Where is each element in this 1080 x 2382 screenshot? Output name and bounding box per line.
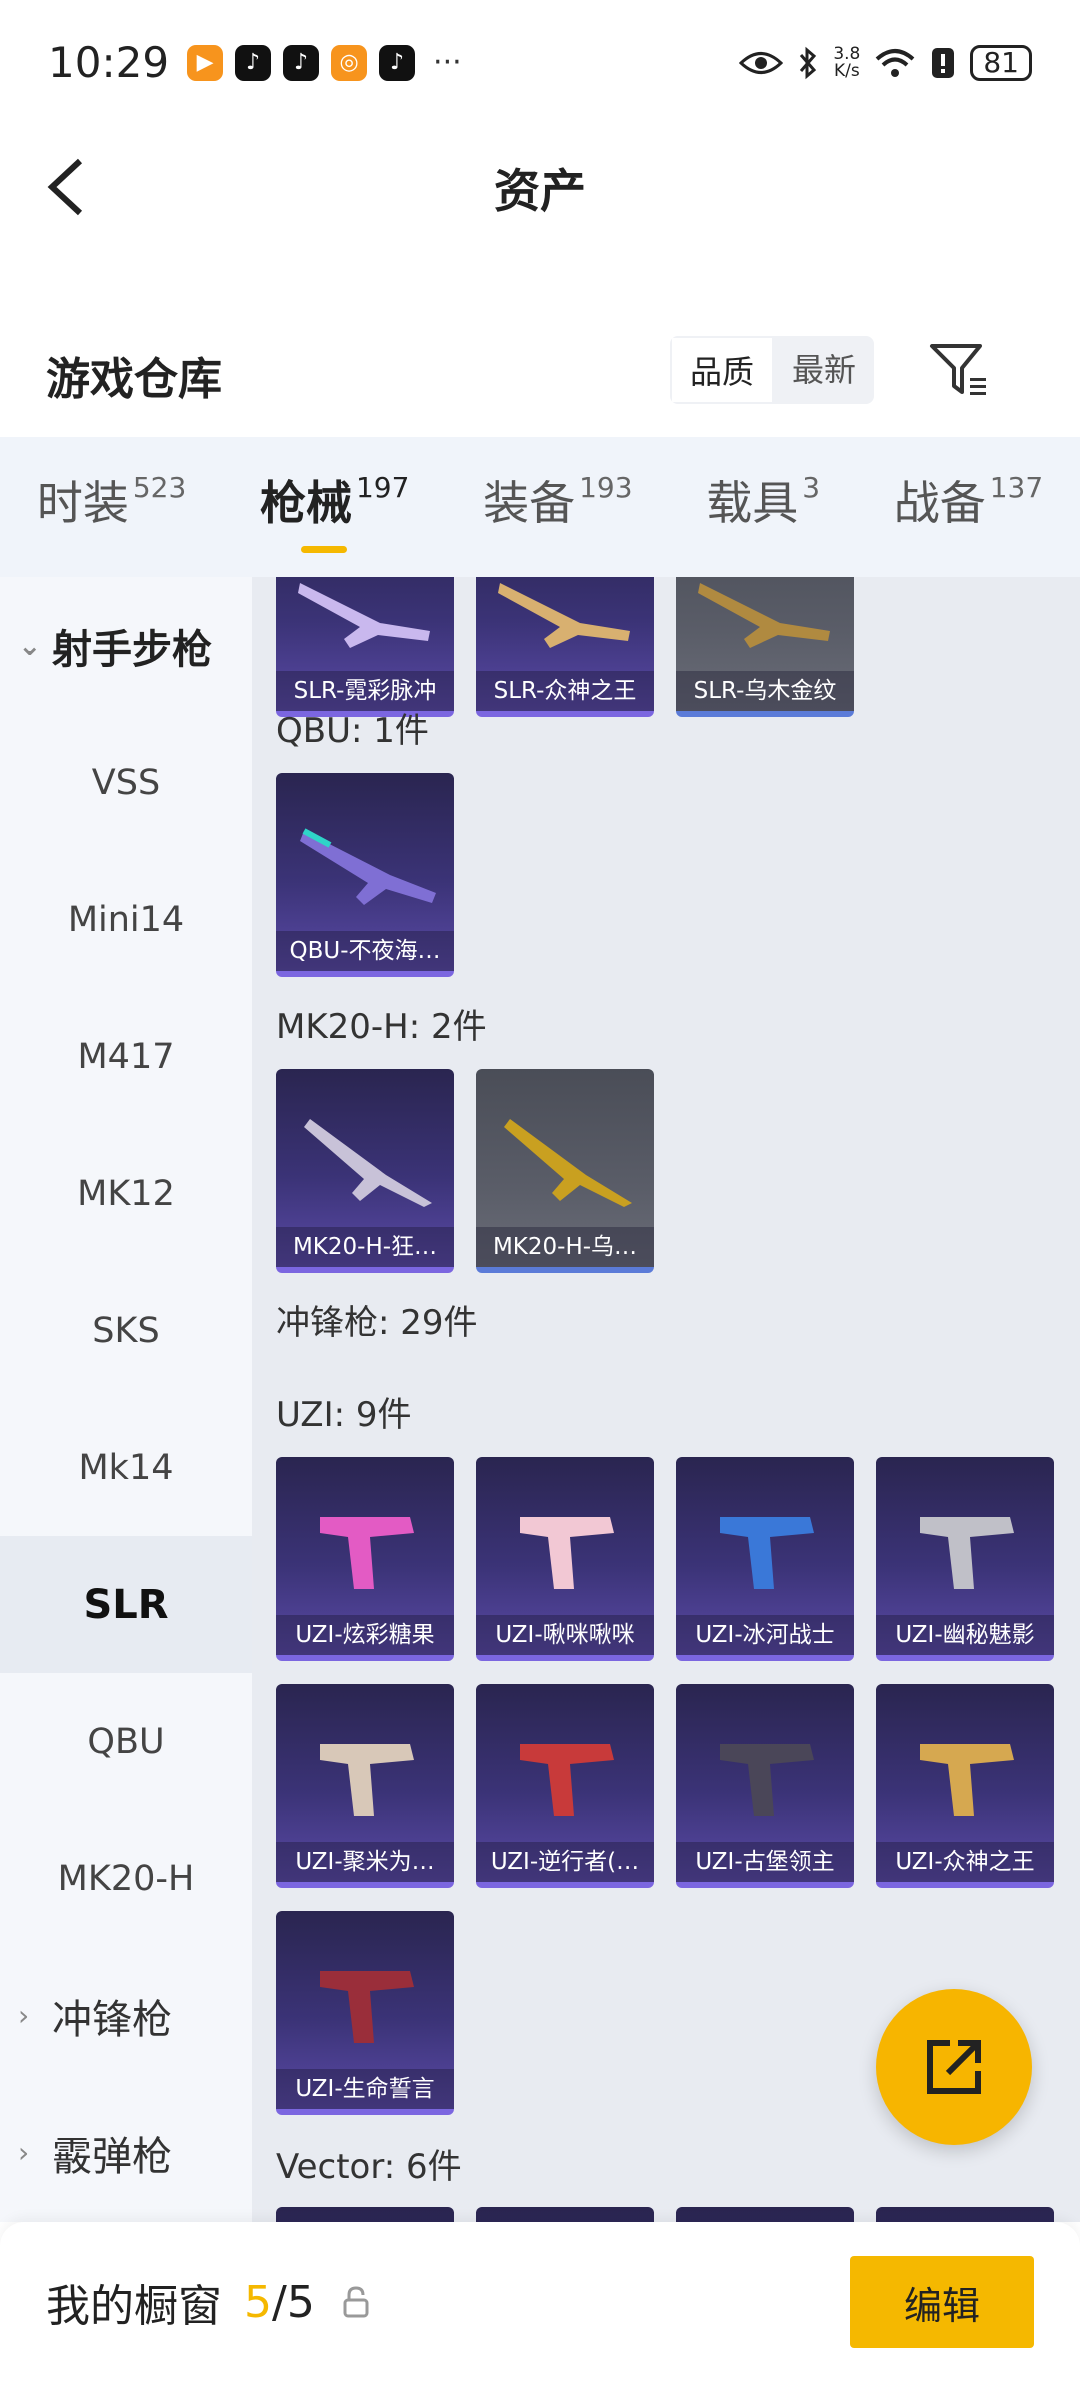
rifle-icon [298, 583, 430, 648]
section-label-qbu: QBU: 1件 [276, 711, 429, 751]
tiktok-icon: ♪ [235, 44, 272, 81]
status-bar: 10:29 ▶ ♪ ♪ ◎ ♪ ··· 3.8 K/s 81 [0, 0, 1080, 125]
weapon-content: SLR-霓彩脉冲 SLR-众神之王 SLR-乌木金纹 QBU: 1件 QBU-不… [252, 577, 1080, 2222]
weapon-card[interactable]: UZI-古堡领主 [676, 1684, 854, 1888]
sidebar-item-mk12[interactable]: MK12 [0, 1125, 252, 1262]
sort-quality-button[interactable]: 品质 [670, 336, 775, 404]
sort-latest-button[interactable]: 最新 [774, 336, 874, 404]
weapon-card[interactable] [276, 2207, 454, 2222]
section-label-vector: Vector: 6件 [276, 2147, 462, 2187]
weapon-card[interactable] [676, 2207, 854, 2222]
smg-icon [920, 1517, 1014, 1589]
sidebar-item-slr[interactable]: SLR [0, 1536, 252, 1673]
weapon-card[interactable]: SLR-乌木金纹 [676, 577, 854, 717]
smg-icon [920, 1744, 1014, 1816]
weapon-card[interactable]: MK20-H-狂… [276, 1069, 454, 1273]
filter-icon[interactable] [926, 338, 990, 402]
weapon-card[interactable] [876, 2207, 1054, 2222]
alert-icon [932, 47, 955, 78]
sidebar-group-smg[interactable]: › 冲锋枪 [0, 1947, 252, 2084]
tab-supplies[interactable]: 战备 137 [894, 467, 1043, 547]
chevron-right-icon: › [18, 2136, 30, 2169]
page-header: 资产 [0, 125, 1080, 250]
showcase-title: 我的橱窗 [46, 2281, 222, 2332]
tab-equipment[interactable]: 装备 193 [483, 467, 632, 547]
weapon-card[interactable]: UZI-逆行者(… [476, 1684, 654, 1888]
showcase-count: 5/5 [244, 2276, 315, 2328]
weapon-card[interactable]: UZI-啾咪啾咪 [476, 1457, 654, 1661]
weapon-card[interactable] [476, 2207, 654, 2222]
net-speed: 3.8 K/s [833, 43, 861, 81]
sidebar-item-sks[interactable]: SKS [0, 1262, 252, 1399]
smg-icon [320, 1744, 414, 1816]
chevron-right-icon: › [18, 1999, 30, 2032]
game-app-icon: ◎ [331, 44, 368, 81]
tiktok-icon: ♪ [379, 44, 416, 81]
warehouse-bar: 游戏仓库 [0, 320, 1080, 430]
more-notifications-icon: ··· [433, 45, 462, 80]
lock-icon [343, 2286, 369, 2318]
sidebar-item-mk14[interactable]: Mk14 [0, 1399, 252, 1536]
back-icon[interactable] [40, 155, 100, 219]
battery-indicator: 81 [970, 44, 1032, 81]
section-label-smg: 冲锋枪: 29件 [276, 1303, 478, 1343]
weapon-card[interactable]: SLR-众神之王 [476, 577, 654, 717]
smg-icon [520, 1744, 614, 1816]
tab-guns[interactable]: 枪械 197 [260, 467, 409, 553]
sidebar-item-mini14[interactable]: Mini14 [0, 851, 252, 988]
rifle-icon [304, 1119, 432, 1207]
sidebar-item-vss[interactable]: VSS [0, 714, 252, 851]
eye-icon [739, 51, 784, 74]
share-icon [927, 2040, 981, 2094]
smg-icon [720, 1517, 814, 1589]
weapon-card[interactable]: SLR-霓彩脉冲 [276, 577, 454, 717]
sidebar-group-shotgun[interactable]: › 霰弹枪 [0, 2084, 252, 2221]
weapon-card[interactable]: UZI-炫彩糖果 [276, 1457, 454, 1661]
chevron-down-icon: ⌄ [18, 629, 42, 662]
sidebar-group-dmr[interactable]: ⌄ 射手步枪 [0, 577, 252, 714]
tab-fashion[interactable]: 时装 523 [37, 467, 186, 547]
weapon-card[interactable]: MK20-H-乌… [476, 1069, 654, 1273]
weapon-card[interactable]: UZI-冰河战士 [676, 1457, 854, 1661]
share-button[interactable] [876, 1989, 1032, 2145]
rifle-icon [698, 583, 830, 648]
rifle-icon [504, 1119, 632, 1207]
sidebar-item-mk20h[interactable]: MK20-H [0, 1810, 252, 1947]
weapon-card[interactable]: UZI-众神之王 [876, 1684, 1054, 1888]
category-tabs: 时装 523 枪械 197 装备 193 载具 3 战备 137 [0, 437, 1080, 577]
edit-button[interactable]: 编辑 [850, 2256, 1034, 2348]
sidebar-item-qbu[interactable]: QBU [0, 1673, 252, 1810]
rifle-icon [498, 583, 630, 648]
wifi-icon [876, 48, 915, 77]
warehouse-title: 游戏仓库 [46, 354, 222, 405]
weapon-sidebar: ⌄ 射手步枪 VSS Mini14 M417 MK12 SKS Mk14 SLR … [0, 577, 252, 2222]
smg-icon [720, 1744, 814, 1816]
status-indicators: 3.8 K/s 81 [739, 43, 1032, 81]
notification-icons: ▶ ♪ ♪ ◎ ♪ ··· [187, 44, 462, 81]
section-label-uzi: UZI: 9件 [276, 1395, 412, 1435]
tab-vehicles[interactable]: 载具 3 [706, 467, 820, 547]
video-app-icon: ▶ [187, 44, 224, 81]
section-label-mk20h: MK20-H: 2件 [276, 1007, 487, 1047]
sort-toggle: 品质 最新 [670, 336, 875, 404]
status-time: 10:29 [48, 38, 170, 87]
weapon-card[interactable]: UZI-生命誓言 [276, 1911, 454, 2115]
smg-icon [520, 1517, 614, 1589]
bluetooth-icon [800, 46, 817, 79]
smg-icon [320, 1971, 414, 2043]
weapon-card[interactable]: UZI-幽秘魅影 [876, 1457, 1054, 1661]
smg-icon [320, 1517, 414, 1589]
tiktok-icon: ♪ [283, 44, 320, 81]
showcase-bar: 我的橱窗 5/5 编辑 [0, 2222, 1080, 2382]
rifle-icon [300, 828, 436, 905]
weapon-card[interactable]: UZI-聚米为… [276, 1684, 454, 1888]
weapon-card[interactable]: QBU-不夜海… [276, 773, 454, 977]
page-title: 资产 [494, 163, 586, 218]
sidebar-item-m417[interactable]: M417 [0, 988, 252, 1125]
